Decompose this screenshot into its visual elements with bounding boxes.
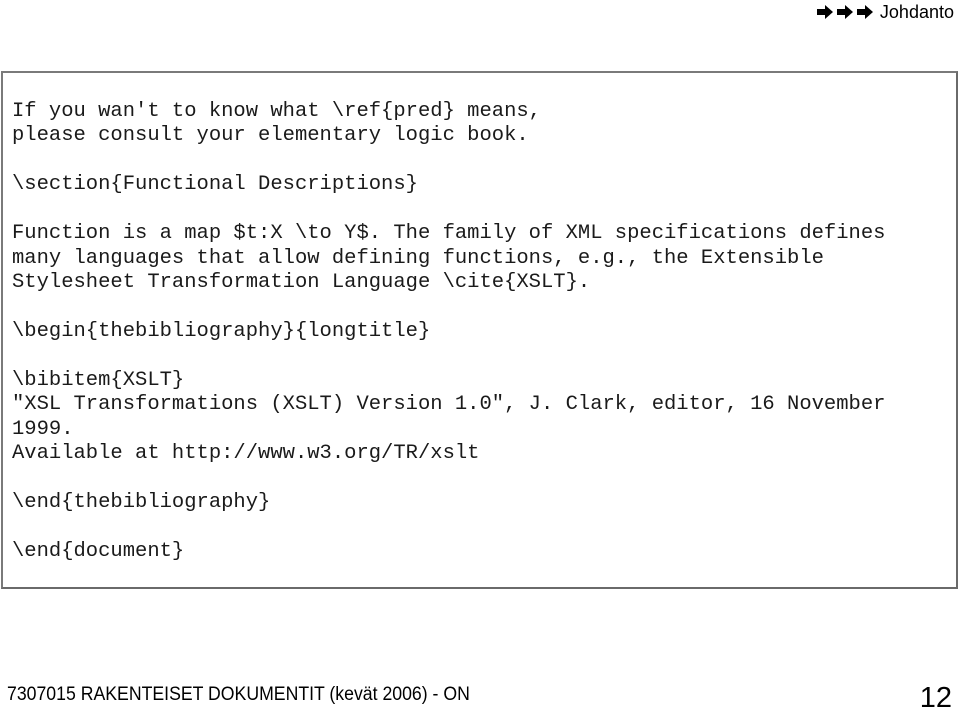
code-line: many languages that allow defining funct… [12,246,824,270]
code-line: please consult your elementary logic boo… [12,124,529,148]
arrow-right-icon[interactable] [856,5,873,19]
navigation-breadcrumb: Johdanto [816,0,954,24]
code-line: Stylesheet Transformation Language \cite… [12,271,591,295]
page-number: 12 [919,682,952,714]
section-link[interactable]: Johdanto [880,2,954,23]
code-line: \begin{thebibliography}{longtitle} [12,319,431,343]
arrow-right-icon[interactable] [816,5,833,19]
code-line: If you wan't to know what \ref{pred} mea… [12,100,541,123]
code-line: \section{Functional Descriptions} [12,173,418,197]
code-line: "XSL Transformations (XSLT) Version 1.0"… [12,393,886,417]
code-line: Available at http://www.w3.org/TR/xslt [12,442,480,466]
footer-course-title: 7307015 RAKENTEISET DOKUMENTIT (kevät 20… [7,684,470,705]
arrow-right-icon[interactable] [836,5,853,19]
code-listing-box: If you wan't to know what \ref{pred} mea… [1,71,958,589]
code-line: 1999. [12,417,74,441]
code-line: \end{document} [12,539,185,563]
code-line: Function is a map $t:X \to Y$. The famil… [12,222,886,246]
code-line: \bibitem{XSLT} [12,368,185,392]
code-line: \end{thebibliography} [12,491,271,514]
code-listing: If you wan't to know what \ref{pred} mea… [12,100,885,564]
